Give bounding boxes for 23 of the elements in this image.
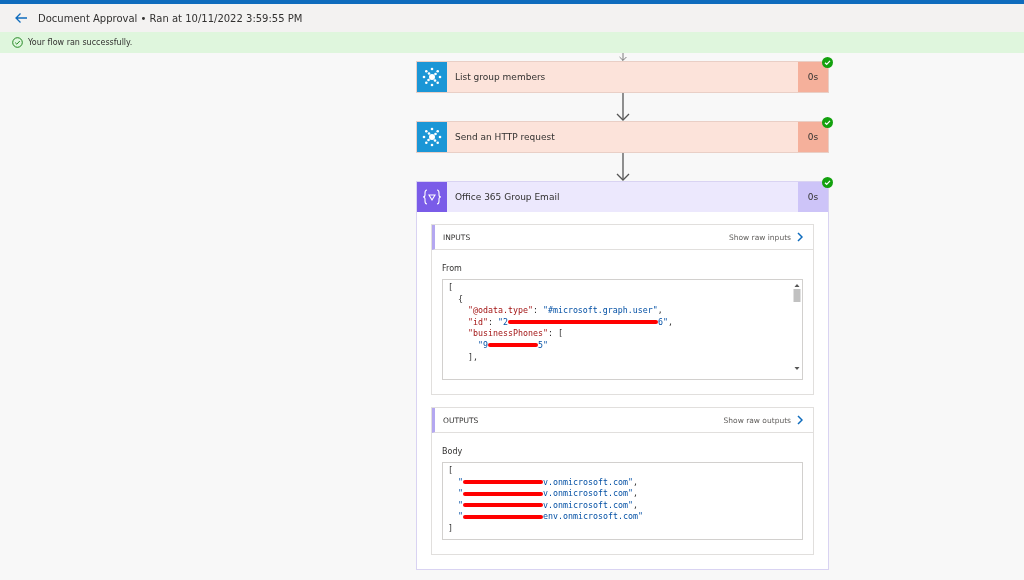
- action-card-header[interactable]: List group members 0s: [417, 62, 828, 92]
- chevron-icon: [797, 415, 803, 425]
- redaction-mark: [487, 343, 538, 348]
- field-label: Body: [442, 447, 464, 456]
- success-check-icon: [12, 37, 23, 48]
- status-message: Your flow ran successfully.: [28, 38, 133, 47]
- connector-arrow: [615, 93, 630, 121]
- code-viewer: [ { "@odata.type": "#microsoft.graph.user", "id": "2 6", "businessPhones": [ "9 5" ],: [442, 279, 803, 380]
- field-label: From: [442, 264, 463, 273]
- chevron-icon: [797, 232, 803, 242]
- scrollbar[interactable]: [793, 282, 801, 372]
- code-viewer: [ " v.onmicrosoft.com", " v.onmicrosoft.com", " v.onmicrosoft.com", " env.onmicrosoft.com" ]: [442, 462, 803, 540]
- back-button[interactable]: [14, 12, 28, 24]
- action-title: List group members: [455, 72, 546, 82]
- action-title: Send an HTTP request: [455, 132, 555, 142]
- connector-arrow: [615, 153, 630, 181]
- duration-label: 0s: [807, 72, 819, 82]
- action-card-header[interactable]: Send an HTTP request 0s: [417, 122, 828, 152]
- flow-run-title: Document Approval • Ran at 10/11/2022 3:59:55 PM: [38, 12, 303, 24]
- action-card-header[interactable]: Office 365 Group Email 0s: [417, 182, 828, 212]
- duration-label: 0s: [807, 132, 819, 142]
- action-title: Office 365 Group Email: [455, 192, 560, 202]
- duration-label: 0s: [807, 192, 819, 202]
